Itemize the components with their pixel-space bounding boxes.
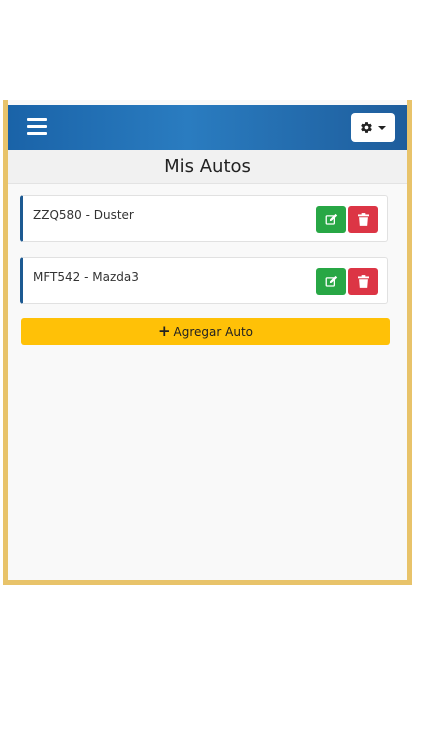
hamburger-line — [27, 118, 47, 121]
auto-card: ZZQ580 - Duster — [20, 195, 388, 242]
edit-auto-button[interactable] — [316, 268, 346, 295]
trash-icon — [357, 213, 369, 226]
auto-card: MFT542 - Mazda3 — [20, 257, 388, 304]
hamburger-line — [27, 125, 47, 128]
hamburger-line — [27, 132, 47, 135]
plus-icon: + — [157, 322, 171, 340]
trash-icon — [357, 275, 369, 288]
auto-label: MFT542 - Mazda3 — [33, 270, 139, 284]
delete-auto-button[interactable] — [348, 268, 378, 295]
page-title: Mis Autos — [164, 156, 251, 177]
app-frame: Mis Autos ZZQ580 - Duster MFT542 - Mazda… — [3, 100, 412, 585]
edit-icon — [325, 213, 337, 225]
edit-auto-button[interactable] — [316, 206, 346, 233]
settings-dropdown-button[interactable] — [351, 113, 395, 142]
delete-auto-button[interactable] — [348, 206, 378, 233]
title-bar: Mis Autos — [8, 150, 407, 184]
hamburger-icon[interactable] — [27, 118, 47, 136]
app-header — [8, 105, 407, 150]
caret-down-icon — [378, 125, 386, 130]
edit-icon — [325, 275, 337, 287]
add-auto-label: Agregar Auto — [173, 324, 254, 339]
auto-label: ZZQ580 - Duster — [33, 208, 134, 222]
add-auto-button[interactable]: + Agregar Auto — [21, 318, 390, 345]
gear-icon — [361, 122, 372, 133]
